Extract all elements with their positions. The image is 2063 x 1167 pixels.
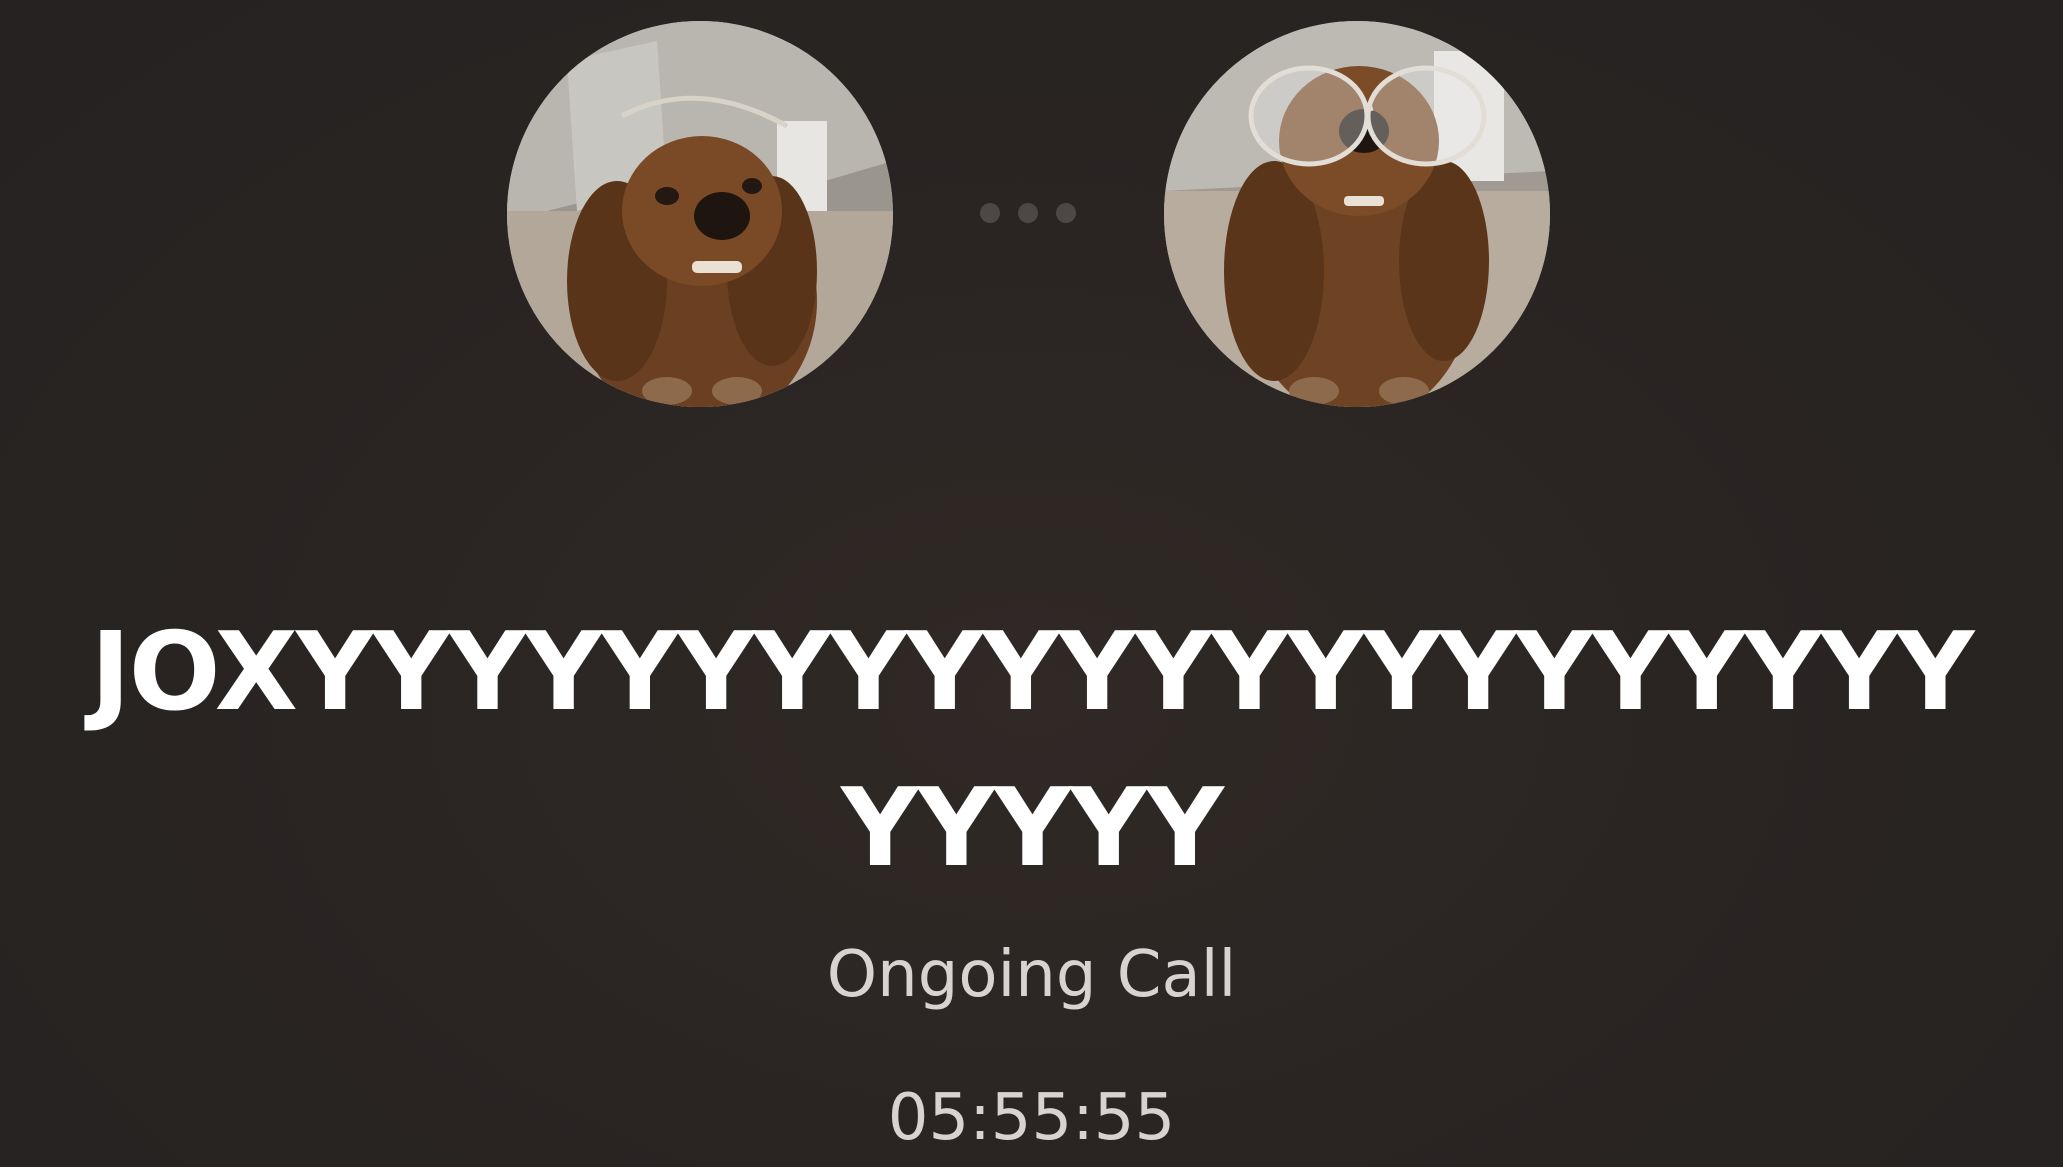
caller-name: JOXYYYYYYYYYYYYYYYYYYYYYYYYYYY (90, 610, 1975, 891)
dog-photo-avatar (507, 21, 893, 407)
call-status-label: Ongoing Call (826, 938, 1237, 1012)
participant-avatar-left (507, 21, 893, 407)
participant-avatar-right (1164, 21, 1550, 407)
dot-icon (1056, 203, 1076, 223)
connecting-dots-indicator (980, 203, 1080, 223)
dot-icon (980, 203, 1000, 223)
call-duration-timer: 05:55:55 (887, 1081, 1176, 1155)
dot-icon (1018, 203, 1038, 223)
dog-with-glasses-photo-avatar (1164, 21, 1550, 407)
